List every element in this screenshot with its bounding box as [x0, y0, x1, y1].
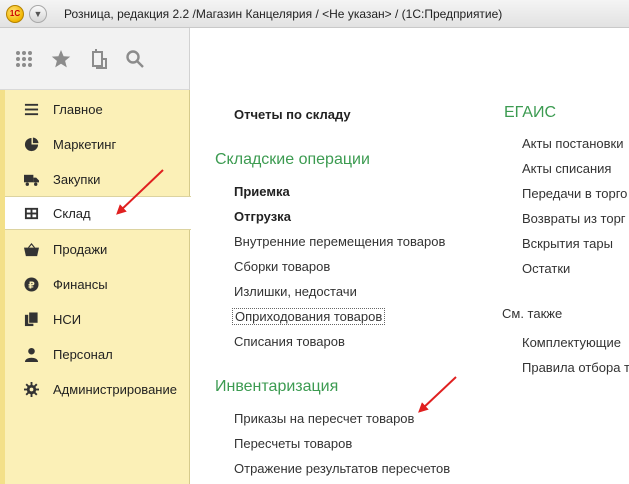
title-bar: 1С ▼ Розница, редакция 2.2 /Магазин Канц… — [0, 0, 629, 28]
sidebar-item-warehouse[interactable]: Склад — [5, 196, 191, 230]
section-header-egais: ЕГАИС — [504, 104, 556, 121]
ops-link-shipment[interactable]: Отгрузка — [234, 209, 291, 224]
sidebar-item-label: Маркетинг — [53, 136, 117, 152]
egais-link-3[interactable]: Возвраты из торг — [522, 211, 626, 226]
menu-lines-icon — [23, 101, 39, 117]
sidebar-item-label: Администрирование — [53, 381, 177, 397]
basket-icon — [23, 241, 39, 257]
ops-link-capitalization[interactable]: Оприходования товаров — [232, 308, 386, 325]
app-logo[interactable]: 1С — [6, 5, 24, 23]
egais-link-5[interactable]: Остатки — [522, 261, 570, 276]
section-header-warehouse-ops: Складские операции — [215, 151, 370, 168]
inv-link-recounts[interactable]: Пересчеты товаров — [234, 436, 352, 451]
sidebar-item-purchases[interactable]: Закупки — [5, 162, 190, 196]
main-menu-button[interactable]: ▼ — [29, 5, 47, 23]
sidebar-item-nsi[interactable]: НСИ — [5, 302, 190, 336]
window-title: Розница, редакция 2.2 /Магазин Канцеляри… — [64, 7, 503, 21]
sidebar-item-personnel[interactable]: Персонал — [5, 337, 190, 371]
ops-link-internal-transfers[interactable]: Внутренние перемещения товаров — [234, 234, 445, 249]
gear-icon — [23, 381, 39, 397]
ops-link-writeoffs[interactable]: Списания товаров — [234, 334, 345, 349]
ruble-icon: ₽ — [23, 276, 39, 292]
ops-link-surplus-shortage[interactable]: Излишки, недостачи — [234, 284, 357, 299]
egais-link-4[interactable]: Вскрытия тары — [522, 236, 613, 251]
pie-chart-icon — [23, 136, 39, 152]
see-also-link-0[interactable]: Комплектующие — [522, 335, 621, 350]
sidebar-item-label: Закупки — [53, 171, 101, 187]
star-icon[interactable] — [50, 48, 74, 72]
documents-icon — [23, 311, 39, 327]
sidebar-item-label: Склад — [53, 205, 91, 221]
grid-icon[interactable] — [13, 48, 37, 72]
see-also-link-1[interactable]: Правила отбора т — [522, 360, 629, 375]
truck-icon — [23, 171, 39, 187]
sidebar-item-finance[interactable]: ₽ Финансы — [5, 267, 190, 301]
inv-link-recount-orders[interactable]: Приказы на пересчет товаров — [234, 411, 414, 426]
person-icon — [23, 346, 39, 362]
sidebar-item-label: Финансы — [53, 276, 108, 292]
sidebar-item-main[interactable]: Главное — [5, 92, 190, 126]
sidebar-item-label: НСИ — [53, 311, 82, 327]
egais-link-1[interactable]: Акты списания — [522, 161, 611, 176]
see-also-label: См. также — [502, 306, 563, 321]
toolbar — [0, 28, 190, 90]
inv-link-recount-results[interactable]: Отражение результатов пересчетов — [234, 461, 450, 476]
sidebar-item-label: Главное — [53, 101, 103, 117]
section-content: Отчеты по складу Складские операции Прие… — [191, 28, 629, 484]
history-icon[interactable] — [87, 48, 111, 72]
sidebar-item-administration[interactable]: Администрирование — [5, 372, 190, 406]
sidebar-item-marketing[interactable]: Маркетинг — [5, 127, 190, 161]
sidebar-item-label: Продажи — [53, 241, 108, 257]
sections-sidebar: Главное Маркетинг Закупки Склад Продажи … — [0, 90, 191, 484]
section-header-inventory: Инвентаризация — [215, 378, 339, 395]
egais-link-0[interactable]: Акты постановки — [522, 136, 624, 151]
ops-link-assemblies[interactable]: Сборки товаров — [234, 259, 330, 274]
warehouse-icon — [23, 205, 39, 221]
ops-link-receipt[interactable]: Приемка — [234, 184, 290, 199]
svg-text:₽: ₽ — [28, 280, 35, 291]
sidebar-item-label: Персонал — [53, 346, 113, 362]
reports-link[interactable]: Отчеты по складу — [234, 107, 351, 122]
sidebar-item-sales[interactable]: Продажи — [5, 232, 190, 266]
search-icon[interactable] — [124, 48, 148, 72]
egais-link-2[interactable]: Передачи в торго — [522, 186, 627, 201]
